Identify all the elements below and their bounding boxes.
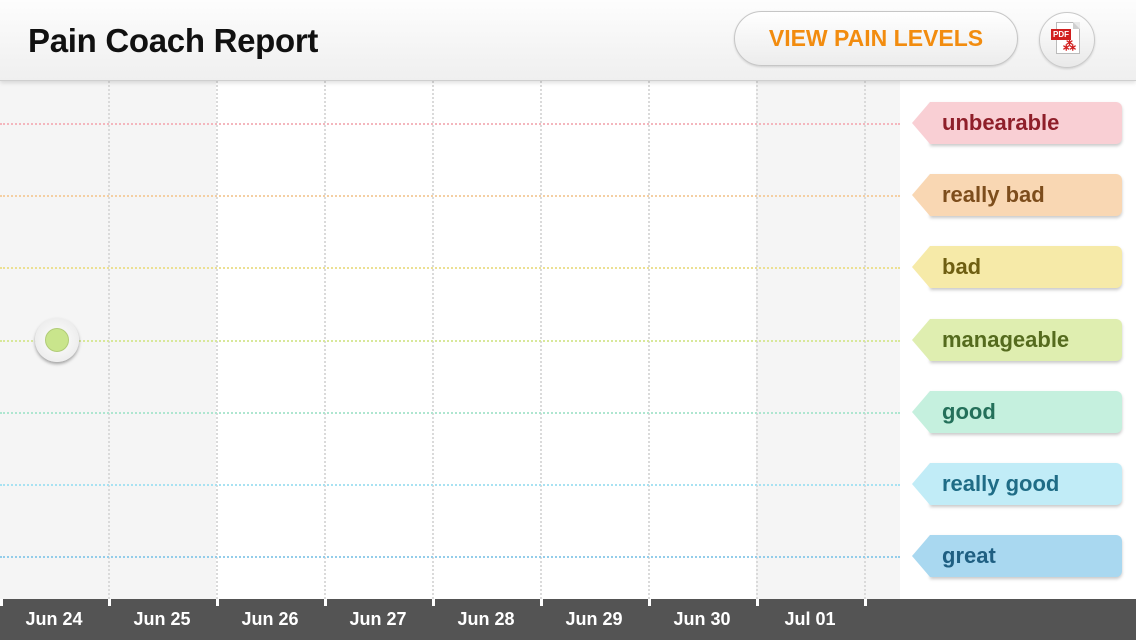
grid-line-great [0, 556, 900, 559]
pdf-export-button[interactable]: PDF ⁂ [1039, 12, 1095, 68]
axis-tick [324, 599, 327, 606]
axis-label: Jun 24 [25, 609, 83, 629]
axis-label: Jun 26 [241, 609, 299, 629]
grid-line-unbearable [0, 123, 900, 125]
pain-level-tag-unbearable[interactable]: unbearable [912, 102, 1122, 144]
header-bar: Pain Coach Report VIEW PAIN LEVELS PDF ⁂ [0, 0, 1136, 81]
pain-entry-dot [45, 327, 69, 352]
grid-line-manageable [0, 339, 900, 342]
grid-line-really-bad [0, 195, 900, 198]
pain-entry-point[interactable] [35, 317, 79, 362]
axis-tick [756, 599, 759, 606]
pdf-icon: PDF ⁂ [1051, 22, 1080, 54]
axis-label: Jun 25 [133, 609, 191, 629]
axis-tick [216, 599, 219, 606]
pain-chart [0, 81, 900, 599]
axis-label: Jun 29 [565, 609, 623, 629]
grid-line-good [0, 411, 900, 414]
acrobat-swirl-icon: ⁂ [1063, 38, 1076, 53]
date-axis: Jun 24 Jun 25 Jun 26 Jun 27 Jun 28 Jun 29 Jun … [0, 599, 1136, 640]
axis-tick [108, 599, 111, 606]
page-title: Pain Coach Report [28, 22, 319, 59]
grid-line-really-good [0, 484, 900, 486]
axis-label: Jun 30 [673, 609, 731, 629]
pain-level-tag-really-bad[interactable]: really bad [912, 174, 1122, 217]
axis-label: Jul 01 [784, 609, 836, 629]
pain-level-tag-good[interactable]: good [912, 390, 1122, 433]
axis-tick [0, 599, 3, 606]
axis-tick [432, 599, 435, 606]
pain-level-legend: unbearable really bad bad manageable good rea… [900, 81, 1136, 599]
axis-tick [648, 599, 651, 606]
pain-level-tag-really-good[interactable]: really good [912, 463, 1122, 505]
view-pain-levels-button[interactable]: VIEW PAIN LEVELS [734, 11, 1018, 66]
pain-level-tag-manageable[interactable]: manageable [912, 318, 1122, 361]
axis-tick [864, 599, 867, 606]
grid-line-bad [0, 267, 900, 270]
axis-tick [540, 599, 543, 606]
pain-level-tag-great[interactable]: great [912, 535, 1122, 578]
axis-label: Jun 27 [349, 609, 407, 629]
pain-level-tag-bad[interactable]: bad [912, 246, 1122, 289]
axis-label: Jun 28 [457, 609, 515, 629]
